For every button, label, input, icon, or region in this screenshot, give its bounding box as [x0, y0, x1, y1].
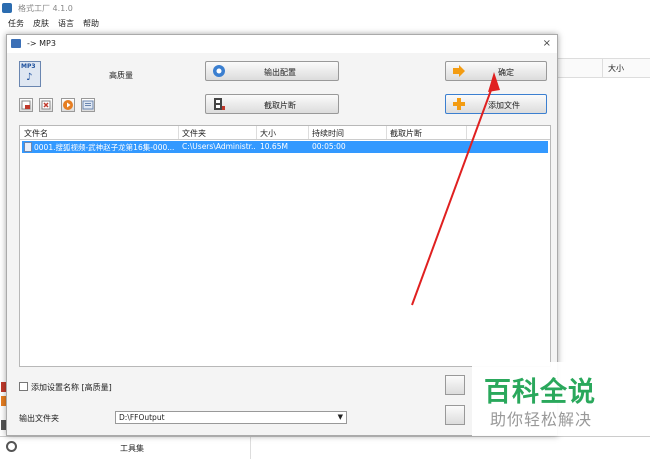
watermark: 百科全说 助你轻松解决 — [472, 362, 630, 436]
watermark-title: 百科全说 — [484, 377, 596, 408]
watermark-subtitle: 助你轻松解决 — [490, 410, 593, 429]
